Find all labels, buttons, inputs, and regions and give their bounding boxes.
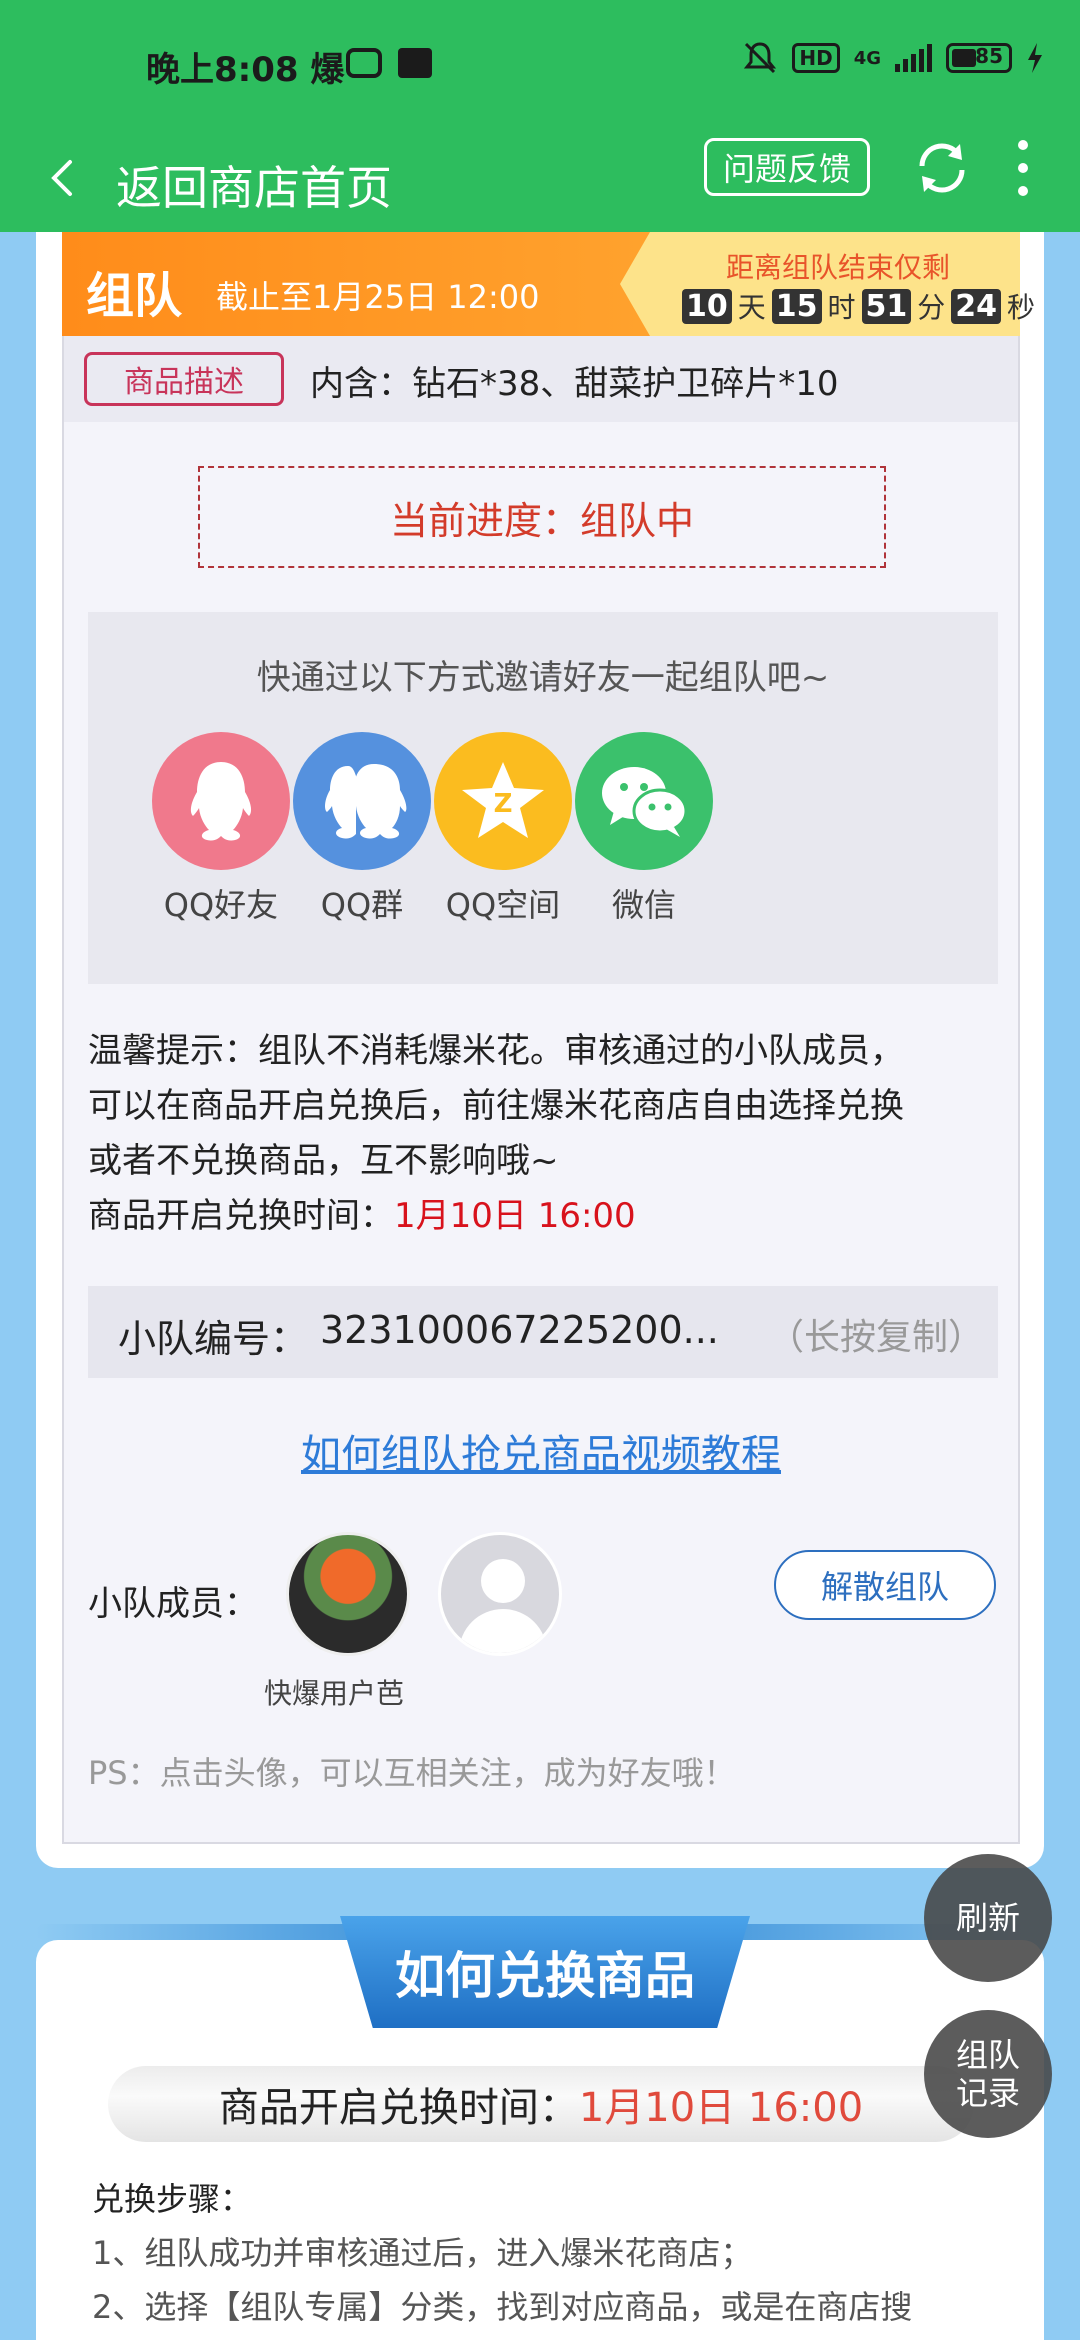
team-id-value[interactable]: 323100067225200... (320, 1308, 719, 1352)
status-bar: 晚上8:08 爆 HD 4G 85 (0, 0, 1080, 128)
member-name: 快爆用户芭 (264, 1677, 405, 1710)
video-tutorial-link[interactable]: 如何组队抢兑商品视频教程 (64, 1422, 1018, 1480)
charging-icon (1028, 43, 1042, 73)
how-to-title: 如何兑换商品 (340, 1916, 750, 2028)
status-time: 晚上8:08 爆 (146, 50, 345, 90)
share-wechat[interactable]: 微信 (569, 732, 719, 926)
share-label: QQ好友 (163, 886, 279, 924)
qzone-icon: Z (434, 732, 572, 870)
how-to-open-time: 1月10日 16:00 (578, 2085, 864, 2131)
progress-status: 当前进度：组队中 (198, 466, 886, 568)
status-icons: HD 4G 85 (742, 40, 1044, 76)
team-deadline: 截止至1月25日 12:00 (216, 278, 540, 316)
description-text: 内含：钻石*38、甜菜护卫碎片*10 (310, 364, 839, 404)
countdown-seconds: 24 (951, 288, 1002, 324)
svg-text:Z: Z (494, 789, 513, 819)
back-to-store-link[interactable]: 返回商店首页 (116, 152, 392, 218)
team-card-content: 组队 截止至1月25日 12:00 距离组队结束仅剩 10 天 15 时 51 分 2… (0, 232, 1080, 1868)
share-label: 微信 (611, 886, 676, 924)
battery-icon: 85 (946, 43, 1012, 73)
member-avatar[interactable] (286, 1532, 410, 1656)
back-arrow-icon[interactable] (44, 158, 84, 198)
tip-text: 温馨提示：组队不消耗爆米花。审核通过的小队成员， 可以在商品开启兑换后，前往爆米… (88, 1031, 904, 1236)
share-qq-friend[interactable]: QQ好友 (146, 732, 296, 926)
countdown-minutes: 51 (861, 288, 912, 324)
countdown-timer: 10 天 15 时 51 分 24 秒 (676, 286, 1035, 326)
qq-icon (152, 732, 290, 870)
nav-bar: 返回商店首页 问题反馈 (0, 128, 1080, 232)
share-label: QQ空间 (445, 886, 561, 924)
gallery-icon (346, 48, 382, 78)
empty-member-avatar-icon (438, 1532, 562, 1656)
invite-title: 快通过以下方式邀请好友一起组队吧~ (256, 658, 830, 698)
countdown-hours: 15 (771, 288, 822, 324)
copy-hint: （长按复制） (768, 1317, 985, 1358)
countdown-title: 距离组队结束仅剩 (726, 251, 951, 284)
network-gen: 4G (853, 47, 881, 69)
mute-bell-icon (744, 42, 777, 74)
team-detail-panel: 商品描述 内含：钻石*38、甜菜护卫碎片*10 当前进度：组队中 快通过以下方式… (62, 336, 1020, 1844)
more-menu-icon[interactable] (1016, 140, 1030, 200)
team-id-row[interactable]: 小队编号： 323100067225200... （长按复制） (88, 1286, 998, 1378)
share-qzone[interactable]: Z QQ空间 (428, 732, 578, 926)
ps-text: PS：点击头像，可以互相关注，成为好友哦！ (88, 1754, 736, 1792)
invite-panel: 快通过以下方式邀请好友一起组队吧~ QQ好友 QQ群 Z QQ空间 微信 (88, 612, 998, 984)
description-row: 商品描述 内含：钻石*38、甜菜护卫碎片*10 (64, 336, 1018, 422)
team-id-label: 小队编号： (118, 1317, 309, 1361)
share-qq-group[interactable]: QQ群 (287, 732, 437, 926)
share-label: QQ群 (320, 886, 404, 924)
refresh-icon[interactable] (910, 136, 974, 200)
members-label: 小队成员： (88, 1584, 258, 1624)
steps-title: 兑换步骤： (92, 2180, 253, 2218)
step-item: 2、选择【组队专属】分类，找到对应商品，或是在商店搜 (92, 2288, 913, 2326)
open-time-pill: 商品开启兑换时间： 1月10日 16:00 (108, 2066, 974, 2142)
open-time: 1月10日 16:00 (394, 1196, 636, 1236)
signal-icon (895, 44, 932, 72)
description-tag: 商品描述 (84, 352, 284, 406)
countdown-days: 10 (682, 288, 732, 324)
team-records-button[interactable]: 组队 记录 (924, 2010, 1052, 2138)
qq-group-icon (293, 732, 431, 870)
hd-badge: HD (792, 43, 840, 73)
feedback-button[interactable]: 问题反馈 (704, 138, 870, 196)
app-notification-icon (398, 48, 432, 78)
team-label: 组队 (86, 268, 183, 324)
step-item: 1、组队成功并审核通过后，进入爆米花商店； (92, 2234, 753, 2272)
disband-team-button[interactable]: 解散组队 (774, 1550, 996, 1620)
refresh-button[interactable]: 刷新 (924, 1854, 1052, 1982)
wechat-icon (575, 732, 713, 870)
